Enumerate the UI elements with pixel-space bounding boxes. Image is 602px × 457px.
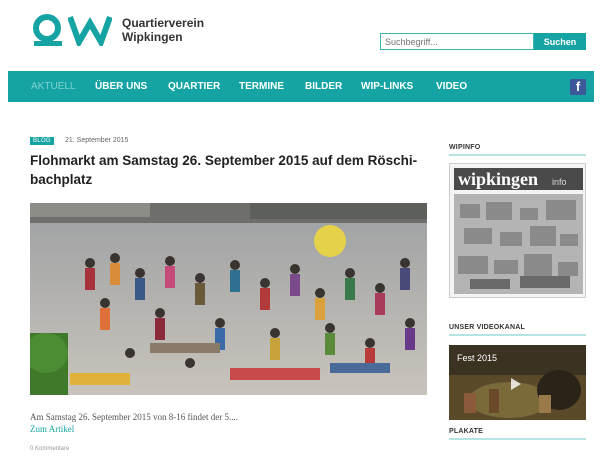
nav-item-termine[interactable]: TERMINE xyxy=(239,71,284,102)
site-logo[interactable]: Quartierverein Wipkingen xyxy=(30,14,204,46)
search-button[interactable]: Suchen xyxy=(534,33,586,50)
facebook-icon[interactable]: f xyxy=(570,79,586,95)
wipinfo-cover-image: wipkingen info xyxy=(450,164,585,297)
sidebar-heading-plakate: PLAKATE xyxy=(449,428,586,440)
article-photo[interactable] xyxy=(30,203,427,395)
nav-item-bilder[interactable]: BILDER xyxy=(305,71,342,102)
comments-count[interactable]: 0 Kommentare xyxy=(30,446,69,452)
brand-line-2: Wipkingen xyxy=(122,30,183,44)
nav-item-aktuell[interactable]: AKTUELL xyxy=(31,71,75,102)
read-more-link[interactable]: Zum Artikel xyxy=(30,424,74,434)
article-date: 21. September 2015 xyxy=(65,137,129,144)
brand-line-1: Quartierverein xyxy=(122,16,205,30)
logo-q-icon xyxy=(33,14,62,46)
cover-title: wipkingen xyxy=(458,169,538,189)
category-badge[interactable]: BLOG xyxy=(30,137,54,145)
article-excerpt: Am Samstag 26. September 2015 von 8-16 f… xyxy=(30,412,238,422)
flea-market-crowd-image xyxy=(30,203,427,395)
search-form: Suchen xyxy=(380,33,586,50)
main-navigation: AKTUELL ÜBER UNS QUARTIER TERMINE BILDER… xyxy=(8,71,594,102)
nav-item-wip-links[interactable]: WIP-LINKS xyxy=(361,71,413,102)
brand-name: Quartierverein Wipkingen xyxy=(122,16,204,44)
video-thumbnail[interactable]: Fest 2015 xyxy=(449,345,586,420)
nav-item-video[interactable]: VIDEO xyxy=(436,71,467,102)
nav-item-quartier[interactable]: QUARTIER xyxy=(168,71,220,102)
logo-w-icon xyxy=(68,15,112,46)
qvw-logo-mark xyxy=(30,14,112,46)
wipinfo-magazine-cover[interactable]: wipkingen info xyxy=(449,163,586,298)
video-preview-image: Fest 2015 xyxy=(449,345,586,420)
nav-item-ueber-uns[interactable]: ÜBER UNS xyxy=(95,71,147,102)
article-title[interactable]: Flohmarkt am Samstag 26. September 2015 … xyxy=(30,151,430,189)
sidebar-heading-videokanal: UNSER VIDEOKANAL xyxy=(449,324,586,336)
video-caption: Fest 2015 xyxy=(457,353,497,363)
sidebar-heading-wipinfo: WIPINFO xyxy=(449,144,586,156)
search-input[interactable] xyxy=(380,33,534,50)
cover-title-suffix: info xyxy=(552,177,567,187)
